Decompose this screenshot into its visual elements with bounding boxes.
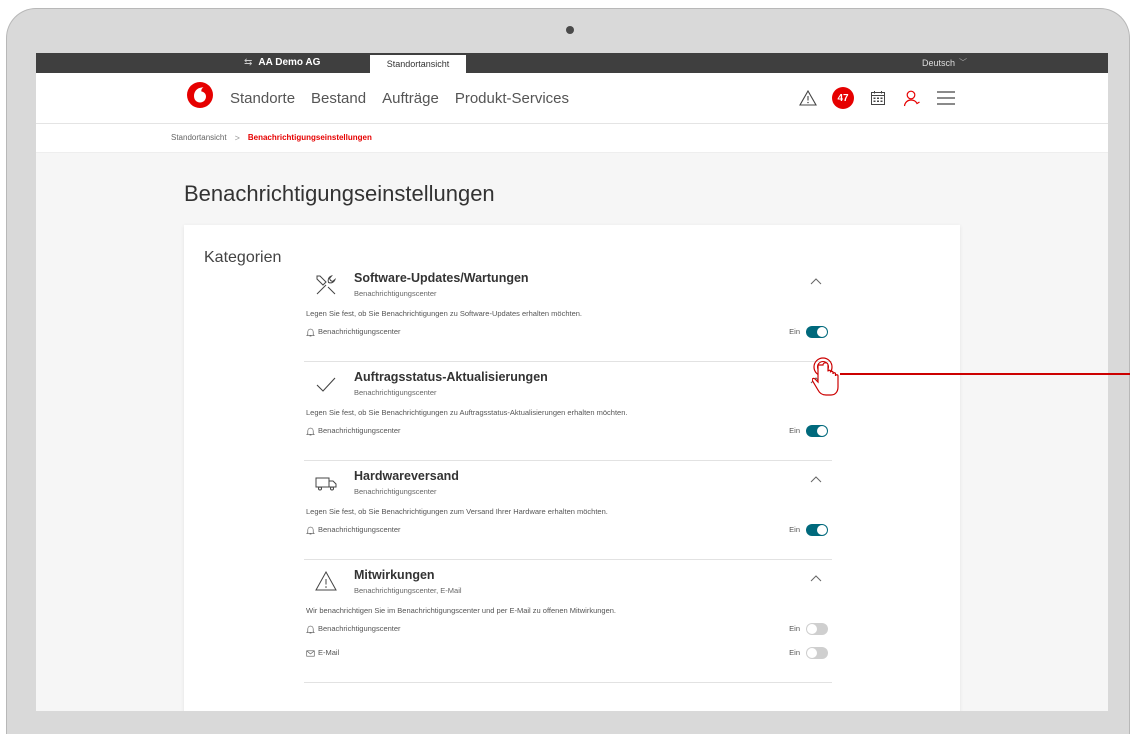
notification-badge[interactable]: 47 — [832, 87, 854, 109]
setting-label: Benachrichtigungscenter — [318, 426, 401, 435]
setting-label: Benachrichtigungscenter — [318, 525, 401, 534]
language-label: Deutsch — [921, 58, 955, 68]
mail-icon — [306, 650, 315, 657]
category-title: Mitwirkungen — [354, 568, 435, 582]
category-description: Legen Sie fest, ob Sie Benachrichtigunge… — [306, 507, 608, 516]
tab-site-view[interactable]: Standortansicht — [370, 55, 466, 73]
chevron-up-icon[interactable] — [810, 475, 822, 483]
nav-link-standorte[interactable]: Standorte — [230, 90, 295, 107]
setting-row-notification-center: Benachrichtigungscenter Ein — [304, 323, 832, 343]
category-header[interactable]: Mitwirkungen Benachrichtigungscenter, E-… — [304, 560, 832, 600]
top-bar: ⇆ AA Demo AG Standortansicht Deutsch ﹀ — [36, 53, 1108, 73]
hand-cursor-icon — [812, 357, 839, 396]
toggle-knob — [817, 426, 827, 436]
setting-row-email: E-Mail Ein — [304, 644, 832, 664]
calendar-icon[interactable] — [868, 88, 888, 108]
bell-icon — [306, 526, 315, 535]
category-software-updates: Software-Updates/Wartungen Benachrichtig… — [304, 263, 832, 362]
checkmark-icon — [316, 377, 336, 392]
toggle-switch[interactable] — [806, 623, 828, 635]
category-subtitle: Benachrichtigungscenter, E-Mail — [354, 586, 462, 595]
category-title: Hardwareversand — [354, 469, 459, 483]
main-navigation: Standorte Bestand Aufträge Produkt-Servi… — [36, 73, 1108, 124]
menu-icon[interactable] — [936, 88, 956, 108]
warning-icon — [315, 570, 337, 591]
category-header[interactable]: Auftragsstatus-Aktualisierungen Benachri… — [304, 362, 832, 402]
vodafone-logo[interactable] — [186, 81, 214, 109]
category-title: Auftragsstatus-Aktualisierungen — [354, 370, 548, 384]
categories-title: Kategorien — [204, 249, 282, 266]
setting-label: Benachrichtigungscenter — [318, 624, 401, 633]
bell-icon — [306, 625, 315, 634]
toggle-switch[interactable] — [806, 524, 828, 536]
bell-icon — [306, 427, 315, 436]
category-hardware-shipping: Hardwareversand Benachrichtigungscenter … — [304, 461, 832, 560]
category-description: Legen Sie fest, ob Sie Benachrichtigunge… — [306, 408, 628, 417]
breadcrumb-separator: > — [234, 133, 240, 143]
category-description: Legen Sie fest, ob Sie Benachrichtigunge… — [306, 309, 583, 318]
setting-state: Ein — [789, 426, 800, 435]
language-select[interactable]: Deutsch ﹀ — [922, 53, 967, 73]
toggle-switch[interactable] — [806, 647, 828, 659]
category-header[interactable]: Hardwareversand Benachrichtigungscenter — [304, 461, 832, 501]
category-title: Software-Updates/Wartungen — [354, 271, 529, 285]
category-subtitle: Benachrichtigungscenter — [354, 487, 437, 496]
toggle-knob — [807, 648, 817, 658]
setting-state: Ein — [789, 624, 800, 633]
setting-label: Benachrichtigungscenter — [318, 327, 401, 336]
tools-icon — [316, 274, 337, 295]
callout-line — [840, 373, 1130, 375]
main-content: Benachrichtigungseinstellungen Kategorie… — [36, 153, 1108, 711]
breadcrumb-current: Benachrichtigungseinstellungen — [247, 133, 372, 142]
toggle-knob — [807, 624, 817, 634]
toggle-knob — [817, 525, 827, 535]
app-screen: ⇆ AA Demo AG Standortansicht Deutsch ﹀ S… — [36, 53, 1108, 711]
chevron-up-icon[interactable] — [810, 277, 822, 285]
category-list: Software-Updates/Wartungen Benachrichtig… — [304, 263, 832, 683]
nav-links: Standorte Bestand Aufträge Produkt-Servi… — [230, 73, 569, 123]
setting-row-notification-center: Benachrichtigungscenter Ein — [304, 620, 832, 640]
category-description: Wir benachrichtigen Sie im Benachrichtig… — [306, 606, 617, 615]
nav-link-auftraege[interactable]: Aufträge — [382, 90, 439, 107]
setting-label: E-Mail — [318, 648, 340, 657]
category-subtitle: Benachrichtigungscenter — [354, 388, 437, 397]
nav-icons: 47 — [798, 73, 956, 123]
category-header[interactable]: Software-Updates/Wartungen Benachrichtig… — [304, 263, 832, 303]
chevron-up-icon[interactable] — [810, 574, 822, 582]
page-title: Benachrichtigungseinstellungen — [184, 181, 495, 206]
warning-icon[interactable] — [798, 88, 818, 108]
device-frame: ⇆ AA Demo AG Standortansicht Deutsch ﹀ S… — [0, 0, 1134, 734]
truck-icon — [315, 477, 337, 491]
categories-card: Kategorien Software-Updates/Wartungen Be… — [184, 225, 960, 711]
breadcrumb-parent[interactable]: Standortansicht — [171, 124, 227, 152]
toggle-switch[interactable] — [806, 326, 828, 338]
company-name: AA Demo AG — [258, 57, 321, 68]
breadcrumb: Standortansicht > Benachrichtigungseinst… — [171, 124, 372, 152]
setting-state: Ein — [789, 525, 800, 534]
setting-state: Ein — [789, 327, 800, 336]
company-switcher[interactable]: ⇆ AA Demo AG — [244, 53, 320, 73]
setting-row-notification-center: Benachrichtigungscenter Ein — [304, 422, 832, 442]
category-subtitle: Benachrichtigungscenter — [354, 289, 437, 298]
category-order-status: Auftragsstatus-Aktualisierungen Benachri… — [304, 362, 832, 461]
setting-state: Ein — [789, 648, 800, 657]
toggle-knob — [817, 327, 827, 337]
setting-row-notification-center: Benachrichtigungscenter Ein — [304, 521, 832, 541]
nav-link-bestand[interactable]: Bestand — [311, 90, 366, 107]
camera-icon — [566, 26, 574, 34]
bell-icon — [306, 328, 315, 337]
breadcrumb-bar: Standortansicht > Benachrichtigungseinst… — [36, 124, 1108, 153]
user-icon[interactable] — [902, 88, 922, 108]
chevron-down-icon: ﹀ — [959, 58, 967, 67]
switch-icon: ⇆ — [244, 57, 253, 68]
category-participation: Mitwirkungen Benachrichtigungscenter, E-… — [304, 560, 832, 683]
nav-link-produkt-services[interactable]: Produkt-Services — [455, 90, 569, 107]
toggle-switch[interactable] — [806, 425, 828, 437]
